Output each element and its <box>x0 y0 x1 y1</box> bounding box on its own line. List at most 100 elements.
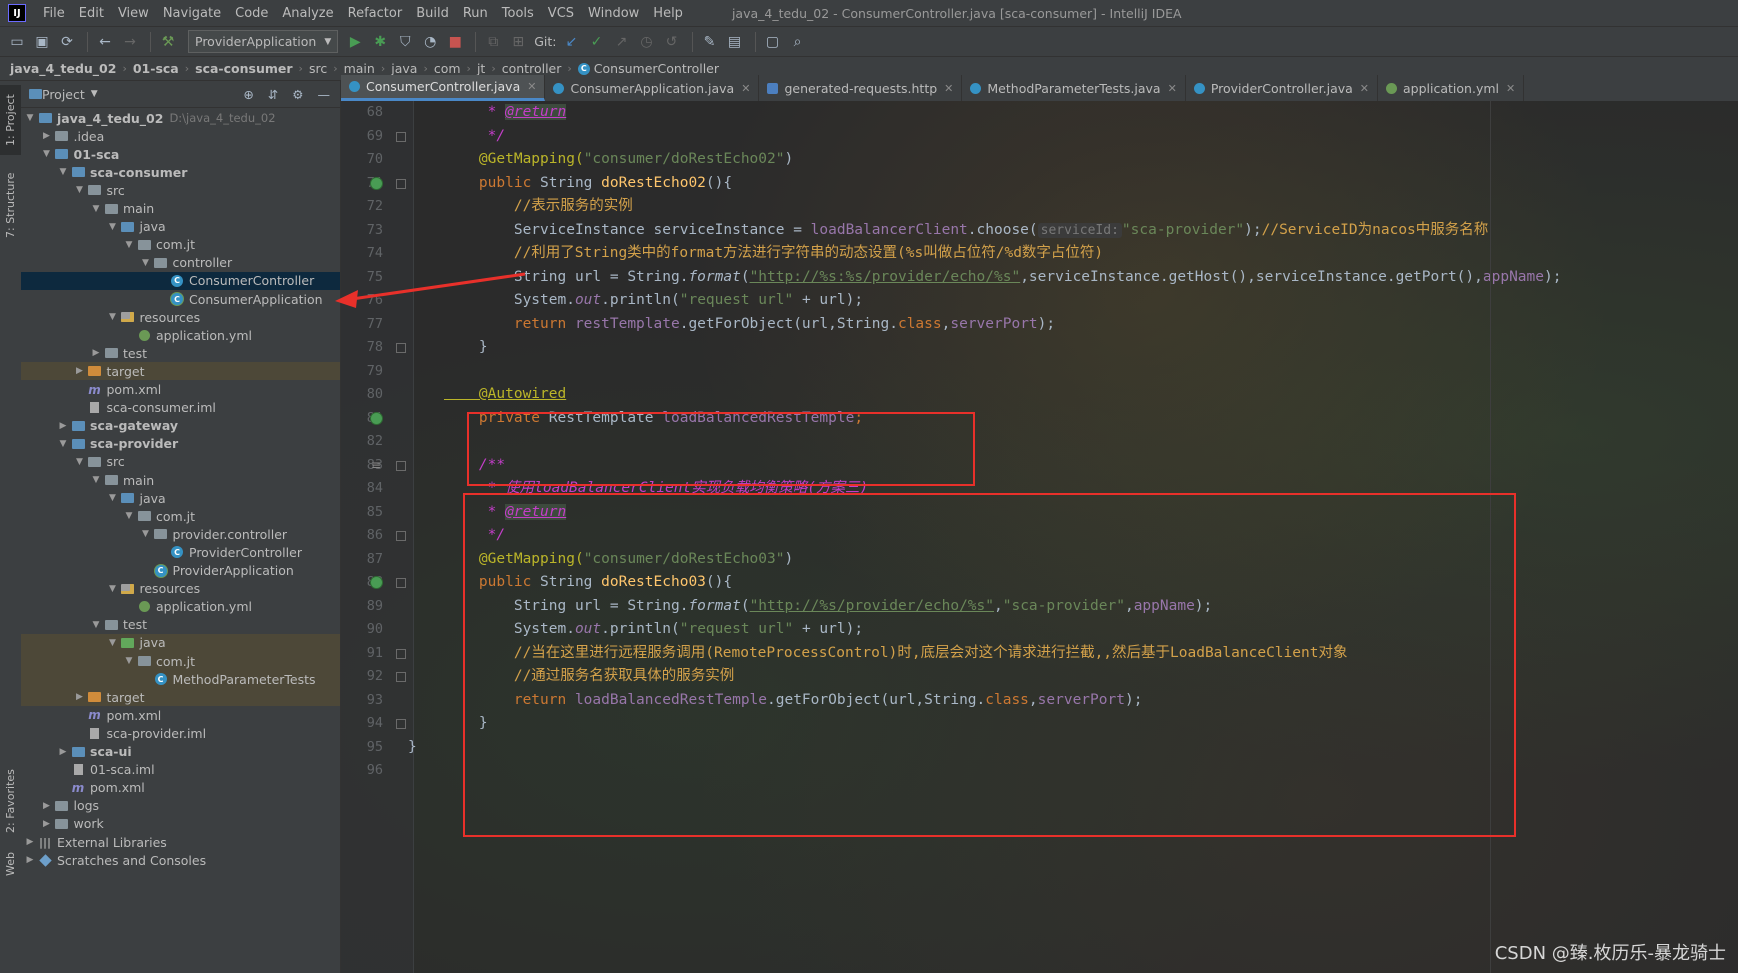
git-history-icon[interactable]: ◷ <box>636 31 658 53</box>
back-arrow-icon[interactable]: ← <box>94 31 116 53</box>
build-hammer-icon[interactable]: ⚒ <box>157 31 179 53</box>
chevron-down-icon[interactable]: ▼ <box>91 89 98 99</box>
git-push-icon[interactable]: ↗ <box>611 31 633 53</box>
crumb-module[interactable]: 01-sca <box>133 61 179 76</box>
tree-item[interactable]: ▼ com.jt <box>21 236 340 254</box>
chevron-down-icon[interactable]: ▼ <box>106 312 120 322</box>
close-icon[interactable]: ✕ <box>1506 82 1515 95</box>
web-tool-tab[interactable]: Web <box>0 849 21 879</box>
chevron-down-icon[interactable]: ▼ <box>73 457 87 467</box>
open-folder-icon[interactable]: ▭ <box>6 31 28 53</box>
menu-edit[interactable]: Edit <box>72 6 111 21</box>
chevron-down-icon[interactable]: ▼ <box>89 620 103 630</box>
spring-bean-icon[interactable] <box>369 411 383 425</box>
profile-icon[interactable]: ◔ <box>419 31 441 53</box>
chevron-down-icon[interactable]: ▼ <box>106 584 120 594</box>
close-icon[interactable]: ✕ <box>1168 82 1177 95</box>
close-icon[interactable]: ✕ <box>1360 82 1369 95</box>
fold-marker-icon[interactable] <box>396 531 406 541</box>
chevron-right-icon[interactable]: ▶ <box>89 348 103 358</box>
gear-icon[interactable]: ⚙ <box>292 87 303 102</box>
fold-marker-icon[interactable] <box>396 131 406 142</box>
tree-item[interactable]: ▼ resources <box>21 308 340 326</box>
tree-item[interactable]: m pom.xml <box>21 706 340 724</box>
tree-item[interactable]: ▶ .idea <box>21 127 340 145</box>
git-commit-check-icon[interactable]: ✓ <box>586 31 608 53</box>
chevron-down-icon[interactable]: ▼ <box>89 204 103 214</box>
crumb-jt[interactable]: jt <box>477 61 485 76</box>
tab-application-yml[interactable]: application.yml ✕ <box>1378 75 1525 101</box>
tree-item[interactable]: ConsumerController <box>21 271 340 290</box>
chevron-right-icon[interactable]: ▶ <box>56 747 70 757</box>
tree-item[interactable]: ▶ target <box>21 688 340 707</box>
chevron-down-icon[interactable]: ▼ <box>89 475 103 485</box>
chevron-down-icon[interactable]: ▼ <box>56 167 70 177</box>
tab-method-parameter-tests[interactable]: MethodParameterTests.java ✕ <box>962 75 1186 101</box>
tree-item[interactable]: ▼ com.jt <box>21 507 340 525</box>
chevron-down-icon[interactable]: ▼ <box>56 439 70 449</box>
locate-crosshair-icon[interactable]: ⊕ <box>243 87 253 102</box>
spring-endpoint-icon[interactable] <box>369 176 383 190</box>
tree-item[interactable]: ▼ test <box>21 616 340 634</box>
tree-item[interactable]: ▼ java_4_tedu_02 D:\java_4_tedu_02 <box>21 109 340 127</box>
tree-item[interactable]: ▶ ||| External Libraries <box>21 833 340 851</box>
tree-item[interactable]: ▼ controller <box>21 254 340 272</box>
close-icon[interactable]: ✕ <box>741 82 750 95</box>
tree-item[interactable]: ▼ src <box>21 181 340 199</box>
tree-item[interactable]: MethodParameterTests <box>21 670 340 689</box>
project-tool-tab[interactable]: 1: Project <box>0 85 21 155</box>
crumb-submodule[interactable]: sca-consumer <box>195 61 292 76</box>
chevron-down-icon[interactable]: ▼ <box>122 240 136 250</box>
menu-tools[interactable]: Tools <box>495 6 541 21</box>
tree-item[interactable]: ▼ main <box>21 471 340 489</box>
tree-item[interactable]: ConsumerApplication <box>21 290 340 308</box>
chevron-right-icon[interactable]: ▶ <box>73 692 87 702</box>
tree-item[interactable]: 01-sca.iml <box>21 761 340 779</box>
chevron-down-icon[interactable]: ▼ <box>106 222 120 232</box>
project-structure-icon[interactable]: ▤ <box>724 31 746 53</box>
presentation-icon[interactable]: ▢ <box>762 31 784 53</box>
chevron-down-icon[interactable]: ▼ <box>139 529 153 539</box>
tree-item[interactable]: ▼ java <box>21 489 340 507</box>
tab-provider-controller[interactable]: ProviderController.java ✕ <box>1186 75 1379 101</box>
menu-navigate[interactable]: Navigate <box>156 6 228 21</box>
debug-bug-icon[interactable]: ✱ <box>369 31 391 53</box>
spring-endpoint-icon[interactable] <box>369 576 383 590</box>
tree-item[interactable]: ▼ com.jt <box>21 652 340 670</box>
tree-item[interactable]: ▶ target <box>21 362 340 381</box>
crumb-java[interactable]: java <box>391 61 417 76</box>
menu-view[interactable]: View <box>111 6 156 21</box>
fold-marker-icon[interactable] <box>396 578 406 588</box>
tree-item[interactable]: ▼ resources <box>21 580 340 598</box>
menu-help[interactable]: Help <box>646 6 690 21</box>
chevron-right-icon[interactable]: ▶ <box>56 421 70 431</box>
tree-item[interactable]: ▶ Scratches and Consoles <box>21 851 340 869</box>
tree-item[interactable]: sca-provider.iml <box>21 724 340 742</box>
fold-marker-icon[interactable] <box>396 178 406 189</box>
chevron-right-icon[interactable]: ▶ <box>73 366 87 376</box>
menu-build[interactable]: Build <box>409 6 456 21</box>
tree-item[interactable]: ▼ main <box>21 200 340 218</box>
chevron-right-icon[interactable]: ▶ <box>23 855 37 865</box>
save-all-icon[interactable]: ▣ <box>31 31 53 53</box>
fold-marker-icon[interactable] <box>396 719 406 729</box>
chevron-right-icon[interactable]: ▶ <box>40 819 54 829</box>
tree-item[interactable]: ▼ java <box>21 218 340 236</box>
chevron-right-icon[interactable]: ▶ <box>40 131 54 141</box>
tree-item[interactable]: sca-consumer.iml <box>21 399 340 417</box>
fold-marker-icon[interactable] <box>396 672 406 682</box>
tab-consumer-controller[interactable]: ConsumerController.java ✕ <box>341 75 546 101</box>
menu-file[interactable]: File <box>36 6 72 21</box>
menu-run[interactable]: Run <box>456 6 495 21</box>
tree-item[interactable]: ▶ test <box>21 344 340 362</box>
attach-icon[interactable]: ⧉ <box>482 31 504 53</box>
tree-item[interactable]: m pom.xml <box>21 779 340 797</box>
chevron-right-icon[interactable]: ▶ <box>23 837 37 847</box>
tab-consumer-application[interactable]: ConsumerApplication.java ✕ <box>545 75 760 101</box>
run-configuration-select[interactable]: ProviderApplication ▼ <box>188 30 339 53</box>
javadoc-icon[interactable] <box>369 458 383 472</box>
fold-marker-icon[interactable] <box>396 460 406 471</box>
tree-item[interactable]: ProviderController <box>21 543 340 561</box>
chevron-right-icon[interactable]: ▶ <box>40 801 54 811</box>
chevron-down-icon[interactable]: ▼ <box>139 258 153 268</box>
